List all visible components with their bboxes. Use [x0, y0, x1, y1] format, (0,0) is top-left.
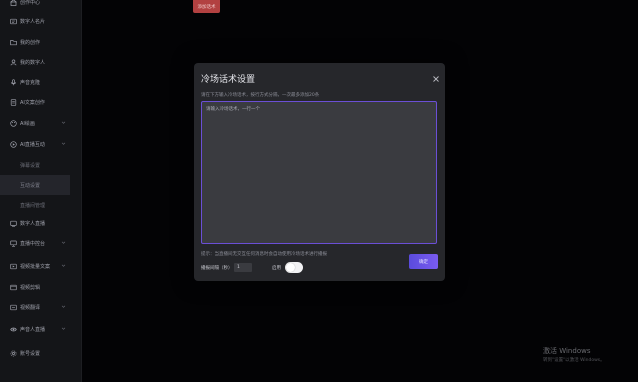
sidebar-item-label: 数字人直播: [20, 220, 46, 227]
sidebar-item-12[interactable]: 直播中控台: [0, 233, 70, 253]
id-card-icon: [10, 18, 17, 25]
sidebar-item-label: 数字人名片: [20, 18, 46, 25]
sidebar-item-7[interactable]: AI直播互动: [0, 134, 70, 154]
chevron-icon: [61, 141, 66, 146]
sidebar-item-label: 声音克隆: [20, 79, 41, 86]
sidebar-item-6[interactable]: AI绘画: [0, 113, 70, 133]
modal-title: 冷场话术设置: [201, 75, 256, 85]
cold-script-modal: 冷场话术设置 请在下方输入冷场话术，按行方式分隔，一次最多添加20条 请输入冷场…: [194, 63, 445, 281]
toggle-knob: [286, 263, 295, 272]
live-icon: [10, 140, 17, 148]
user-icon: [10, 59, 17, 66]
hint-text: 提示：当直播间无交互任何消息时会自动使用冷场话术进行播报: [201, 252, 327, 257]
activation-watermark-title: 激活 Windows: [543, 347, 591, 355]
interval-input[interactable]: 1: [234, 263, 252, 272]
video-text-icon: [10, 263, 17, 270]
sidebar-item-5[interactable]: AI文案创作: [0, 92, 70, 112]
gear-icon: [10, 350, 17, 357]
sidebar-item-label: 我的创作: [20, 39, 41, 46]
sidebar-item-17[interactable]: 账号设置: [0, 343, 70, 363]
scissors-icon: [10, 284, 17, 291]
sidebar-item-label: AI文案创作: [20, 99, 45, 106]
chevron-icon: [61, 263, 66, 268]
broadcast-icon: [10, 220, 17, 227]
sidebar-item-label: 弹幕设置: [20, 162, 41, 169]
sidebar-item-label: 直播中控台: [20, 240, 46, 247]
home-icon: [10, 0, 17, 6]
sidebar-item-label: AI直播互动: [20, 141, 45, 148]
interval-label: 播报间隔（秒）: [201, 266, 233, 271]
chevron-icon: [61, 120, 66, 125]
sidebar-item-11[interactable]: 数字人直播: [0, 213, 70, 233]
sidebar-item-label: 直播间管理: [20, 202, 46, 209]
sidebar-item-3[interactable]: 我的数字人: [0, 52, 70, 72]
activation-watermark-subtitle: 转到"设置"以激活 Windows。: [543, 358, 605, 363]
sidebar-item-label: 账号设置: [20, 350, 41, 357]
translate-icon: [10, 304, 17, 311]
sidebar-item-label: AI绘画: [20, 120, 35, 127]
voice-live-icon: [10, 326, 17, 333]
chevron-icon: [61, 240, 66, 245]
sidebar-item-label: 视频翻译: [20, 304, 41, 311]
sidebar-item-2[interactable]: 我的创作: [0, 32, 70, 52]
sidebar-item-10[interactable]: 直播间管理: [0, 195, 70, 215]
sidebar-item-label: 视频批量文案: [20, 263, 51, 270]
sidebar-item-14[interactable]: 视频剪辑: [0, 277, 70, 297]
palette-icon: [10, 119, 17, 127]
sidebar-item-15[interactable]: 视频翻译: [0, 297, 70, 317]
enable-toggle[interactable]: [285, 262, 303, 273]
monitor-icon: [10, 240, 17, 247]
close-icon[interactable]: [432, 68, 440, 82]
sidebar-item-1[interactable]: 数字人名片: [0, 11, 70, 31]
chevron-icon: [61, 304, 66, 309]
sidebar-item-4[interactable]: 声音克隆: [0, 72, 70, 92]
add-script-button[interactable]: 添加话术: [193, 0, 220, 13]
chevron-icon: [61, 326, 66, 331]
microphone-icon: [10, 78, 17, 86]
sidebar-item-label: 声音人直播: [20, 326, 46, 333]
sidebar-item-13[interactable]: 视频批量文案: [0, 256, 70, 276]
sidebar-item-9[interactable]: 互动设置: [0, 175, 70, 195]
sidebar-item-16[interactable]: 声音人直播: [0, 319, 70, 339]
folder-icon: [10, 39, 17, 46]
document-icon: [10, 98, 17, 106]
enable-label: 启用: [272, 266, 281, 271]
sidebar: 创作中心数字人名片我的创作我的数字人声音克隆 AI文案创作 AI绘画 AI直播互动 弹幕…: [0, 0, 82, 382]
script-textarea[interactable]: 请输入冷场话术，一行一个: [201, 101, 437, 244]
sidebar-item-label: 互动设置: [20, 182, 41, 189]
sidebar-item-label: 创作中心: [20, 0, 41, 6]
sidebar-item-8[interactable]: 弹幕设置: [0, 155, 70, 175]
modal-description: 请在下方输入冷场话术，按行方式分隔，一次最多添加20条: [201, 93, 320, 98]
confirm-button[interactable]: 确定: [409, 254, 438, 269]
sidebar-item-label: 我的数字人: [20, 59, 46, 66]
textarea-placeholder: 请输入冷场话术，一行一个: [206, 107, 260, 112]
sidebar-item-label: 视频剪辑: [20, 284, 41, 291]
